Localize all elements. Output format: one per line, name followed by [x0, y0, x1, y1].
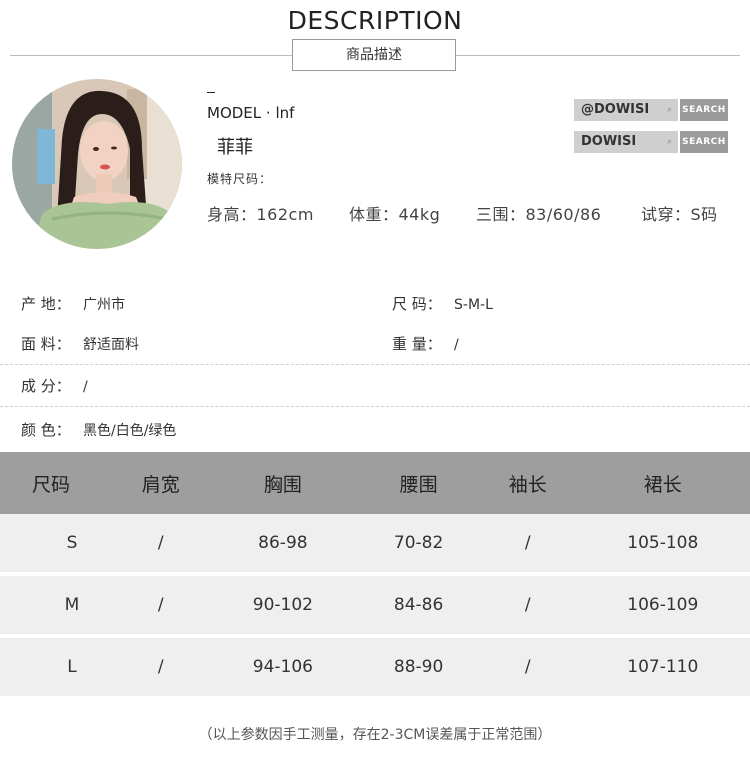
header-shoulder: 肩宽	[113, 452, 209, 514]
attr-fabric: 面 料： 舒适面料	[21, 333, 139, 354]
model-dash	[207, 92, 215, 93]
cell-shoulder: /	[113, 514, 209, 572]
dotted-divider	[0, 364, 750, 365]
search-box-2[interactable]: DOWISI ⌕ SEARCH	[574, 131, 728, 153]
table-row: L / 94-106 88-90 / 107-110	[0, 638, 750, 696]
attr-origin: 产 地： 广州市	[21, 293, 125, 314]
cell-skirt-length: 105-108	[575, 514, 750, 572]
attr-composition: 成 分： /	[21, 375, 88, 396]
model-name: MODEL · lnf	[207, 104, 295, 122]
table-row: S / 86-98 70-82 / 105-108	[0, 514, 750, 572]
attr-value: /	[454, 337, 459, 353]
cell-bust: 94-106	[208, 638, 358, 696]
cell-shoulder: /	[113, 638, 209, 696]
header-bust: 胸围	[208, 452, 358, 514]
measurement-note: （以上参数因手工测量，存在2-3CM误差属于正常范围）	[198, 727, 552, 743]
table-row: M / 90-102 84-86 / 106-109	[0, 576, 750, 634]
attr-value: S-M-L	[454, 297, 493, 313]
stat-fitting: 试穿：S码	[641, 205, 718, 224]
attr-label: 重 量：	[392, 335, 442, 353]
attr-label: 产 地：	[21, 295, 71, 313]
page-title: DESCRIPTION	[287, 6, 463, 35]
model-photo	[12, 79, 182, 249]
attr-value: 黑色/白色/绿色	[83, 423, 177, 439]
cell-sleeve: /	[479, 638, 576, 696]
search-box-1[interactable]: @DOWISI ⌕ SEARCH	[574, 99, 728, 121]
cell-sleeve: /	[479, 514, 576, 572]
attr-value: 广州市	[83, 297, 125, 313]
size-table-header: 尺码 肩宽 胸围 腰围 袖长 裙长	[0, 452, 750, 514]
search-icon: ⌕	[667, 137, 673, 147]
size-table: 尺码 肩宽 胸围 腰围 袖长 裙长 S / 86-98 70-82 / 105-…	[0, 452, 750, 696]
attr-label: 颜 色：	[21, 421, 71, 439]
search-field[interactable]: DOWISI	[574, 131, 678, 153]
attr-label: 面 料：	[21, 335, 71, 353]
search-button[interactable]: SEARCH	[680, 131, 728, 153]
cell-skirt-length: 107-110	[575, 638, 750, 696]
stat-measurements: 三围：83/60/86	[476, 205, 602, 224]
cell-waist: 88-90	[357, 638, 480, 696]
attr-color: 颜 色： 黑色/白色/绿色	[21, 419, 176, 440]
attr-label: 成 分：	[21, 377, 71, 395]
header-skirt-length: 裙长	[575, 452, 750, 514]
cell-size: L	[0, 638, 113, 696]
model-cn-name: 菲菲	[217, 137, 253, 158]
attr-label: 尺 码：	[392, 295, 442, 313]
attr-weight: 重 量： /	[392, 333, 459, 354]
model-avatar	[12, 79, 182, 249]
attr-value: 舒适面料	[83, 337, 139, 353]
stat-weight: 体重：44kg	[349, 205, 441, 224]
stat-height: 身高：162cm	[207, 205, 314, 224]
header-sleeve: 袖长	[479, 452, 576, 514]
cell-waist: 70-82	[357, 514, 480, 572]
model-stats: 身高：162cm 体重：44kg 三围：83/60/86 试穿：S码	[207, 201, 747, 224]
search-icon: ⌕	[667, 105, 673, 115]
search-button[interactable]: SEARCH	[680, 99, 728, 121]
cell-sleeve: /	[479, 576, 576, 634]
cell-waist: 84-86	[357, 576, 480, 634]
cell-bust: 86-98	[208, 514, 358, 572]
cell-bust: 90-102	[208, 576, 358, 634]
cell-shoulder: /	[113, 576, 209, 634]
cell-size: S	[0, 514, 113, 572]
subtitle-box: 商品描述	[292, 39, 456, 71]
cell-skirt-length: 106-109	[575, 576, 750, 634]
search-field[interactable]: @DOWISI	[574, 99, 678, 121]
cell-size: M	[0, 576, 113, 634]
header-size: 尺码	[0, 452, 113, 514]
dotted-divider	[0, 406, 750, 407]
attr-value: /	[83, 379, 88, 395]
model-size-label: 模特尺码：	[207, 172, 273, 186]
attr-size: 尺 码： S-M-L	[392, 293, 493, 314]
header-waist: 腰围	[357, 452, 480, 514]
